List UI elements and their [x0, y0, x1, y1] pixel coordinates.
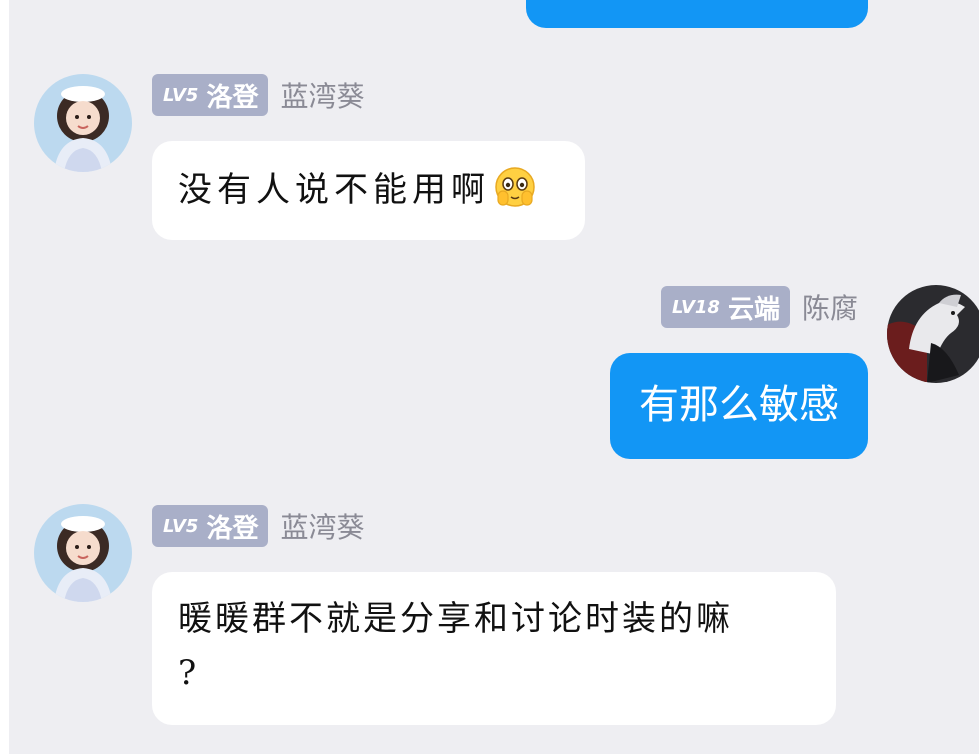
- level-title: 洛登: [206, 82, 259, 113]
- sender-header: LV5 洛登 蓝湾葵: [152, 74, 364, 116]
- left-edge-strip: [0, 0, 9, 754]
- sender-avatar[interactable]: [34, 74, 132, 172]
- my-avatar[interactable]: [887, 285, 979, 383]
- level-badge: LV18 云端: [660, 286, 790, 328]
- sender-nickname[interactable]: 陈腐: [802, 287, 858, 327]
- level-text: LV18: [671, 296, 720, 318]
- sender-avatar[interactable]: [34, 504, 132, 602]
- message-bubble[interactable]: 有那么敏感: [610, 353, 868, 459]
- sender-nickname[interactable]: 蓝湾葵: [280, 75, 364, 115]
- sender-header: LV18 云端 陈腐: [660, 286, 858, 328]
- message-text: 有那么敏感: [639, 382, 839, 428]
- message-text-line-2: ?: [178, 653, 202, 693]
- message-bubble[interactable]: 暖暖群不就是分享和讨论时装的嘛 ?: [152, 572, 836, 725]
- level-title: 云端: [727, 294, 780, 325]
- level-text: LV5: [163, 515, 199, 537]
- level-badge: LV5 洛登: [152, 505, 269, 547]
- sender-nickname[interactable]: 蓝湾葵: [280, 506, 364, 546]
- message-text-line-1: 暖暖群不就是分享和讨论时装的嘛: [178, 599, 733, 639]
- girl-avatar-icon: [34, 504, 132, 602]
- level-badge: LV5 洛登: [152, 74, 269, 116]
- previous-outgoing-bubble[interactable]: [526, 0, 868, 28]
- peeking-face-emoji-icon: [495, 167, 535, 207]
- level-text: LV5: [163, 84, 199, 106]
- message-text: 没有人说不能用啊: [178, 170, 490, 210]
- message-bubble[interactable]: 没有人说不能用啊: [152, 141, 585, 240]
- sender-header: LV5 洛登 蓝湾葵: [152, 505, 364, 547]
- white-horse-avatar-icon: [887, 285, 979, 383]
- level-title: 洛登: [206, 513, 259, 544]
- girl-avatar-icon: [34, 74, 132, 172]
